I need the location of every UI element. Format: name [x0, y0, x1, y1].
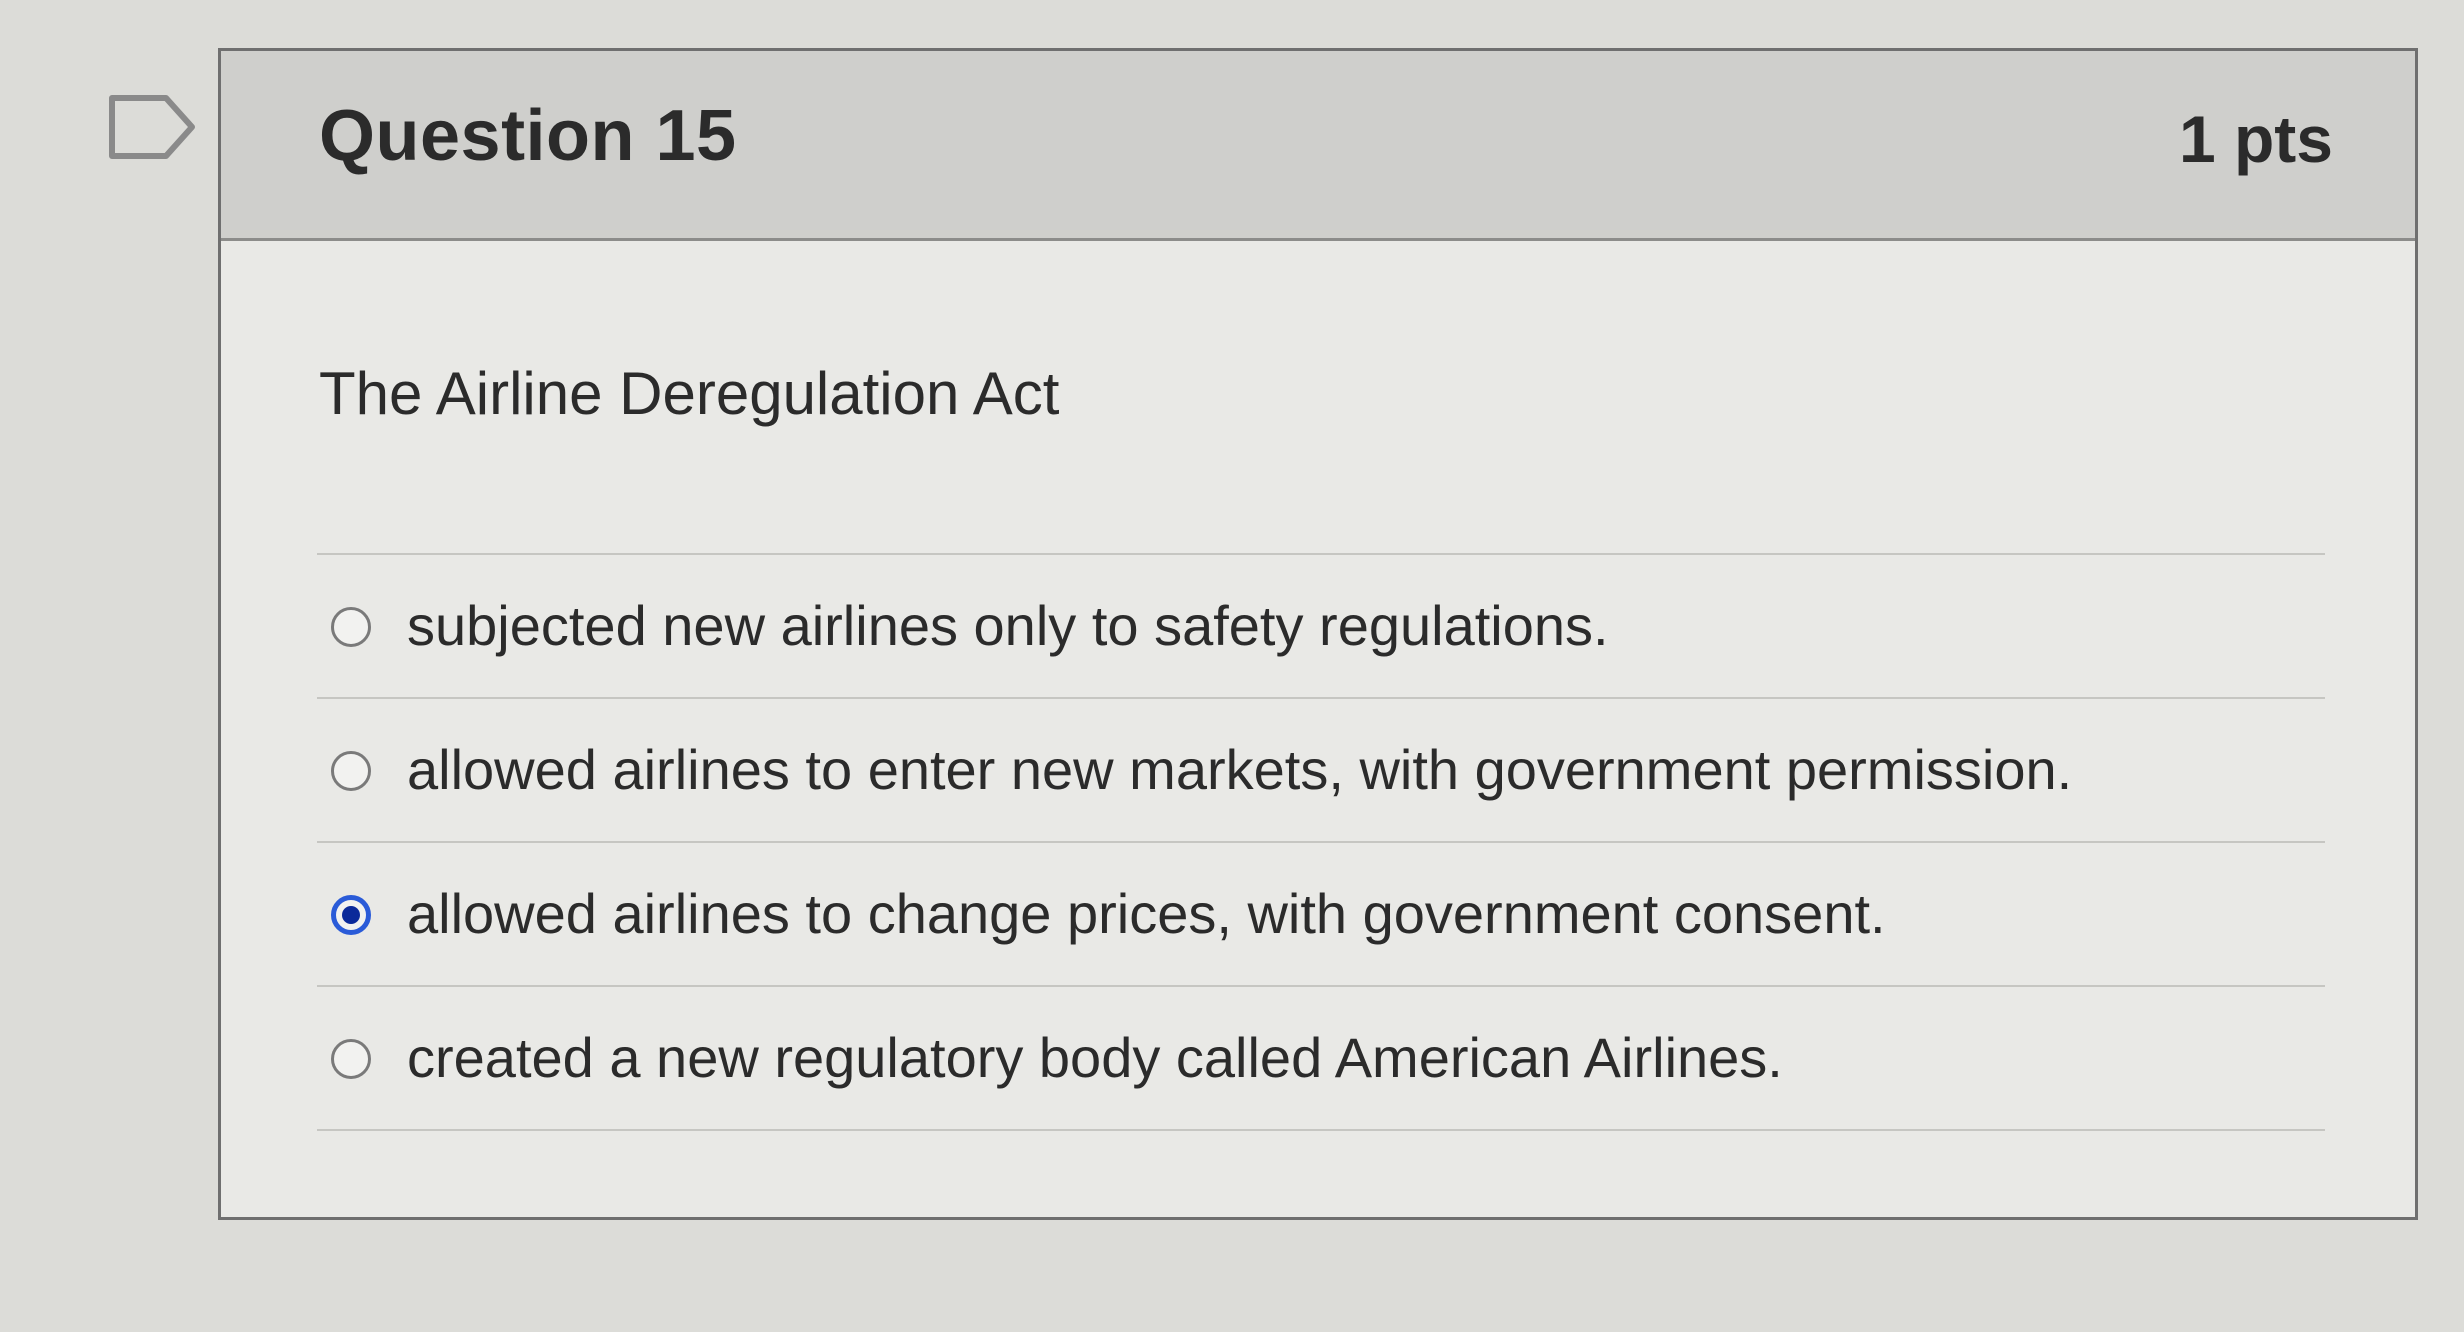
answer-option-2[interactable]: allowed airlines to enter new markets, w… [317, 699, 2325, 843]
question-card: Question 15 1 pts The Airline Deregulati… [218, 48, 2418, 1220]
question-text: The Airline Deregulation Act [319, 360, 1060, 427]
answer-label-4[interactable]: created a new regulatory body called Ame… [407, 1025, 1783, 1090]
question-points: 1 pts [2178, 102, 2333, 176]
answer-list: subjected new airlines only to safety re… [317, 553, 2325, 1131]
answer-label-2[interactable]: allowed airlines to enter new markets, w… [407, 737, 2072, 802]
radio-button-2[interactable] [331, 751, 371, 791]
flag-question-icon[interactable] [108, 94, 198, 160]
answer-option-1[interactable]: subjected new airlines only to safety re… [317, 555, 2325, 699]
question-title: Question 15 [319, 96, 737, 176]
answer-label-1[interactable]: subjected new airlines only to safety re… [407, 593, 1609, 658]
radio-button-4[interactable] [331, 1039, 371, 1079]
radio-button-3-selected[interactable] [331, 895, 371, 935]
answer-label-3[interactable]: allowed airlines to change prices, with … [407, 881, 1886, 946]
question-header: Question 15 1 pts [221, 51, 2415, 241]
answer-option-4[interactable]: created a new regulatory body called Ame… [317, 987, 2325, 1131]
radio-button-1[interactable] [331, 607, 371, 647]
answer-option-3[interactable]: allowed airlines to change prices, with … [317, 843, 2325, 987]
